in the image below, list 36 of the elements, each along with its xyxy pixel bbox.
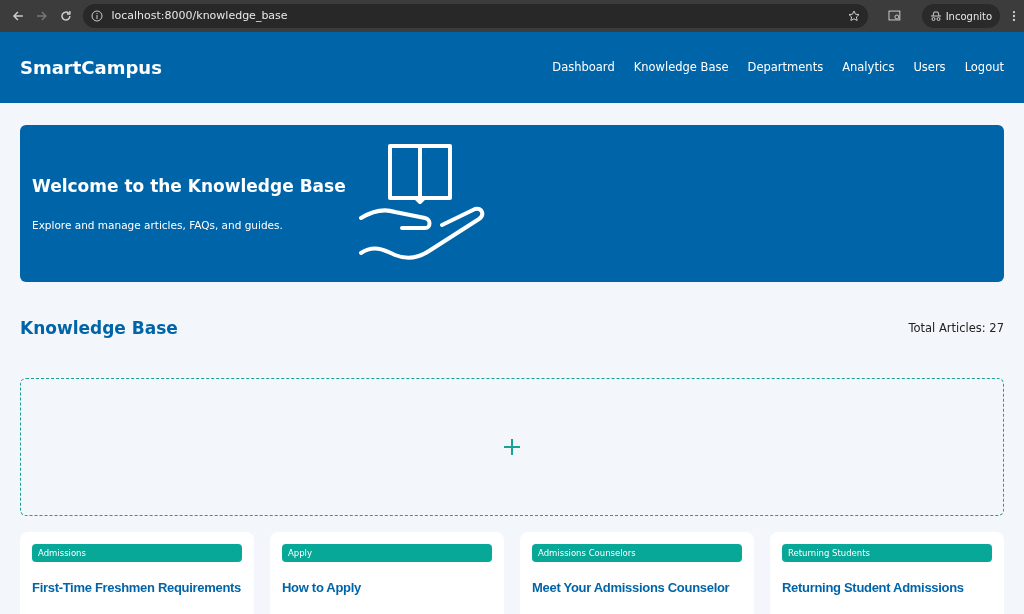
nav-link[interactable]: Dashboard — [552, 58, 615, 77]
info-icon — [91, 10, 104, 22]
reload-icon[interactable] — [59, 10, 72, 22]
tab-search-icon[interactable] — [887, 10, 902, 22]
incognito-badge[interactable]: Incognito — [921, 4, 1001, 28]
hero-title: Welcome to the Knowledge Base — [32, 174, 347, 198]
hero-subtitle: Explore and manage articles, FAQs, and guides. — [32, 217, 284, 233]
url-text: localhost:8000/knowledge_base — [111, 7, 289, 24]
nav-link[interactable]: Analytics — [842, 58, 895, 77]
star-icon[interactable] — [847, 10, 860, 22]
article-card[interactable]: Admissions First-Time Freshmen Requirements — [20, 531, 254, 614]
article-card[interactable]: Apply How to Apply — [270, 531, 504, 614]
article-title[interactable]: How to Apply — [282, 570, 492, 605]
article-title[interactable]: Returning Student Admissions — [782, 570, 992, 605]
back-icon[interactable] — [12, 10, 24, 22]
nav-link[interactable]: Knowledge Base — [633, 58, 729, 77]
category-tag: Apply — [282, 543, 492, 563]
nav-link[interactable]: Departments — [747, 58, 824, 77]
forward-icon[interactable] — [35, 10, 48, 22]
section-title: Knowledge Base — [20, 317, 178, 340]
address-bar[interactable]: localhost:8000/knowledge_base — [83, 4, 868, 28]
article-card[interactable]: Admissions Counselors Meet Your Admissions Counselor — [520, 531, 754, 614]
article-title[interactable]: First-Time Freshmen Requirements — [32, 570, 242, 605]
brand-name[interactable]: SmartCampus — [20, 54, 162, 81]
plus-icon — [503, 437, 521, 456]
category-tag: Returning Students — [782, 543, 992, 563]
incognito-icon — [929, 11, 942, 21]
article-card[interactable]: Returning Students Returning Student Admissions — [770, 531, 1004, 614]
category-tag: Admissions — [32, 543, 242, 563]
nav-link[interactable]: Logout — [964, 58, 1004, 77]
nav-link[interactable]: Users — [913, 58, 946, 77]
article-count: Total Articles: 27 — [908, 320, 1004, 338]
article-title[interactable]: Meet Your Admissions Counselor — [532, 570, 742, 605]
profile-label: Incognito — [945, 9, 993, 24]
category-tag: Admissions Counselors — [532, 543, 742, 563]
menu-icon[interactable] — [1012, 10, 1016, 22]
